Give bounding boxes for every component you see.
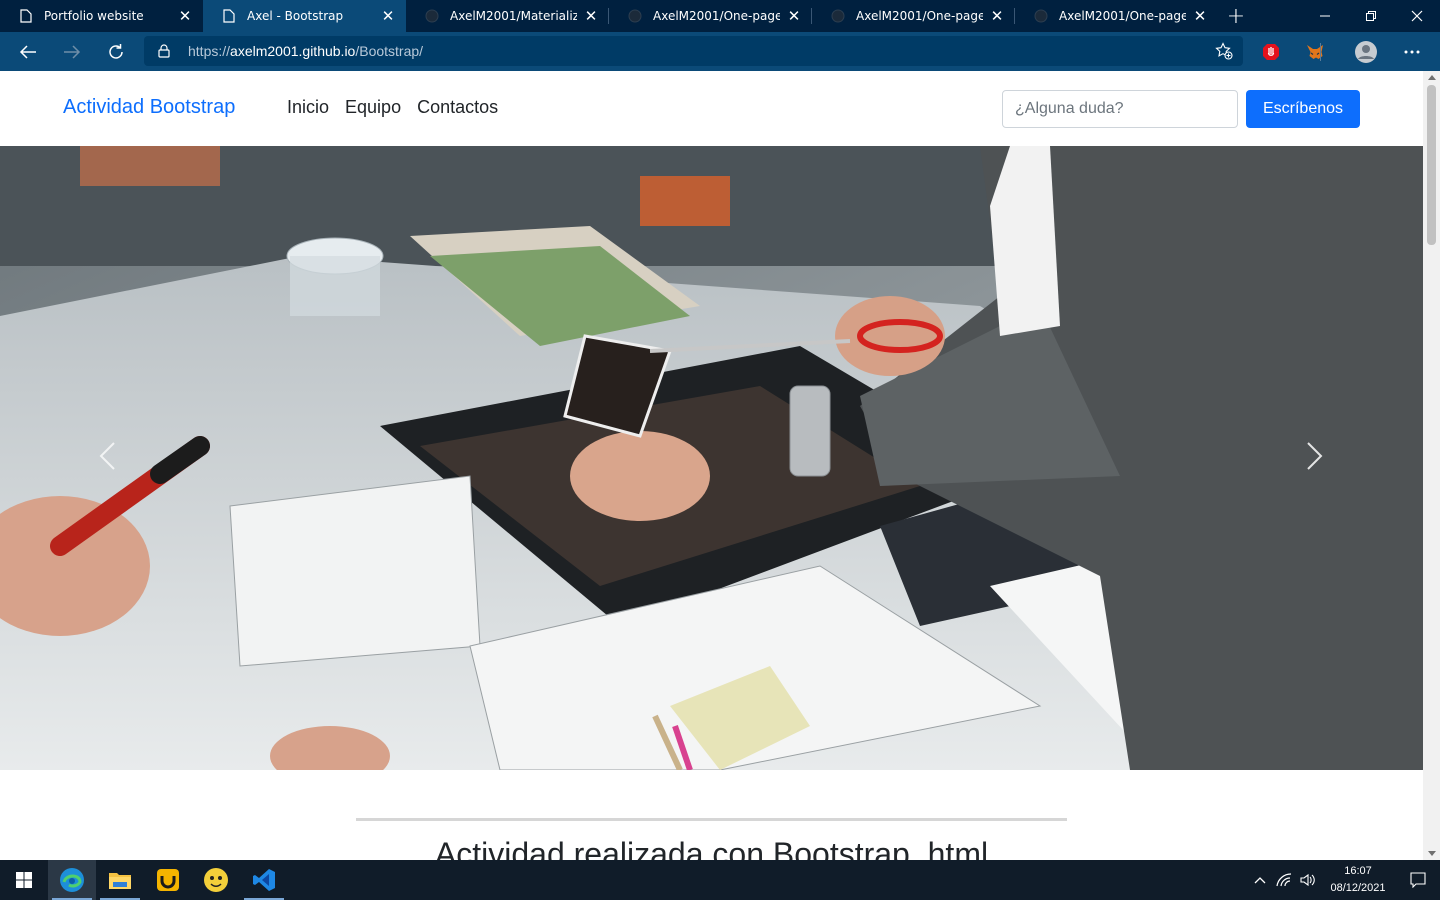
vscode-icon	[253, 869, 275, 891]
close-icon[interactable]: ✕	[786, 7, 802, 25]
minimize-icon[interactable]	[1302, 0, 1348, 32]
wifi-icon[interactable]	[1272, 860, 1296, 900]
hero-carousel	[0, 146, 1423, 770]
url-host: axelm2001.github.io	[230, 43, 356, 59]
url-scheme: https://	[188, 43, 231, 59]
new-tab-button[interactable]: +	[1218, 0, 1254, 32]
browser-toolbar: https://axelm2001.github.io/Bootstrap/	[0, 32, 1440, 71]
back-icon[interactable]	[6, 32, 50, 71]
close-icon[interactable]: ✕	[177, 7, 193, 25]
refresh-icon[interactable]	[94, 32, 138, 71]
github-icon	[424, 8, 440, 24]
notification-icon[interactable]	[1396, 860, 1440, 900]
app-icon	[204, 868, 228, 892]
start-button[interactable]	[0, 860, 48, 900]
tab-title: Portfolio website	[44, 9, 144, 23]
contact-button[interactable]: Escríbenos	[1246, 90, 1360, 128]
system-tray: 16:07 08/12/2021	[1248, 860, 1440, 900]
chevron-left-icon	[99, 442, 115, 470]
close-icon[interactable]: ✕	[989, 7, 1005, 25]
more-options-icon[interactable]	[1392, 32, 1432, 71]
taskbar-file-explorer[interactable]	[96, 860, 144, 900]
forward-icon[interactable]	[50, 32, 94, 71]
chevron-right-icon	[1307, 442, 1323, 470]
tab-title: AxelM2001/One-page	[1059, 9, 1186, 23]
browser-tab[interactable]: AxelM2001/One-page ✕	[1015, 0, 1218, 32]
taskbar-edge[interactable]	[48, 860, 96, 900]
browser-tab-active[interactable]: Axel - Bootstrap ✕	[203, 0, 406, 32]
url-path: /Bootstrap/	[355, 43, 424, 59]
page-icon	[18, 8, 34, 24]
browser-tab[interactable]: AxelM2001/One-page-Cr ✕	[609, 0, 812, 32]
github-icon	[1033, 8, 1049, 24]
address-bar[interactable]: https://axelm2001.github.io/Bootstrap/	[144, 36, 1243, 66]
volume-icon[interactable]	[1296, 860, 1320, 900]
chevron-up-icon[interactable]	[1248, 860, 1272, 900]
github-icon	[830, 8, 846, 24]
browser-tab-strip: Portfolio website ✕ Axel - Bootstrap ✕ A…	[0, 0, 1440, 32]
edge-icon	[60, 868, 84, 892]
tab-title: AxelM2001/MaterializeCss	[450, 9, 577, 23]
section-heading: Actividad realizada con Bootstrap, html	[434, 836, 989, 860]
close-icon[interactable]: ✕	[380, 7, 396, 25]
tab-title: AxelM2001/One-page-Cr	[653, 9, 780, 23]
page-scrollbar[interactable]	[1423, 71, 1440, 860]
nav-link-equipo[interactable]: Equipo	[345, 97, 401, 118]
windows-taskbar: 16:07 08/12/2021	[0, 860, 1440, 900]
tab-title: AxelM2001/One-page-de	[856, 9, 983, 23]
content-section: Actividad realizada con Bootstrap, html	[0, 770, 1423, 860]
hero-photo	[0, 146, 1423, 770]
folder-icon	[109, 873, 131, 889]
adblock-extension-icon[interactable]	[1251, 32, 1291, 71]
windows-icon	[16, 872, 32, 888]
toolbar-divider	[1319, 32, 1321, 71]
profile-avatar[interactable]	[1346, 32, 1386, 71]
nav-links: Inicio Equipo Contactos	[287, 97, 498, 118]
carousel-next-button[interactable]	[1300, 436, 1330, 476]
close-icon[interactable]: ✕	[1192, 7, 1208, 25]
scrollbar-thumb[interactable]	[1427, 85, 1436, 245]
site-brand[interactable]: Actividad Bootstrap	[63, 96, 235, 119]
page-icon	[221, 8, 237, 24]
restore-icon[interactable]	[1348, 0, 1394, 32]
web-page: Actividad Bootstrap Inicio Equipo Contac…	[0, 71, 1423, 860]
app-icon	[157, 869, 179, 891]
site-navbar: Actividad Bootstrap Inicio Equipo Contac…	[0, 71, 1423, 146]
taskbar-clock[interactable]: 16:07 08/12/2021	[1320, 863, 1396, 897]
scroll-down-icon[interactable]	[1428, 851, 1436, 856]
tab-title: Axel - Bootstrap	[247, 9, 344, 23]
metamask-extension-icon[interactable]	[1295, 32, 1335, 71]
github-icon	[627, 8, 643, 24]
browser-tab[interactable]: AxelM2001/One-page-de ✕	[812, 0, 1015, 32]
taskbar-app[interactable]	[144, 860, 192, 900]
browser-tab[interactable]: Portfolio website ✕	[0, 0, 203, 32]
clock-time: 16:07	[1344, 865, 1372, 877]
taskbar-app[interactable]	[192, 860, 240, 900]
nav-link-contactos[interactable]: Contactos	[417, 97, 498, 118]
close-window-icon[interactable]	[1394, 0, 1440, 32]
nav-link-inicio[interactable]: Inicio	[287, 97, 329, 118]
clock-date: 08/12/2021	[1330, 882, 1386, 894]
window-controls	[1302, 0, 1440, 32]
section-divider	[356, 818, 1067, 821]
url-text: https://axelm2001.github.io/Bootstrap/	[188, 43, 423, 59]
scroll-up-icon[interactable]	[1428, 75, 1436, 80]
search-input[interactable]	[1002, 90, 1238, 128]
browser-tab[interactable]: AxelM2001/MaterializeCss ✕	[406, 0, 609, 32]
lock-icon[interactable]	[156, 43, 172, 59]
carousel-prev-button[interactable]	[92, 436, 122, 476]
taskbar-vscode[interactable]	[240, 860, 288, 900]
add-favorite-icon[interactable]	[1215, 42, 1233, 60]
close-icon[interactable]: ✕	[583, 7, 599, 25]
